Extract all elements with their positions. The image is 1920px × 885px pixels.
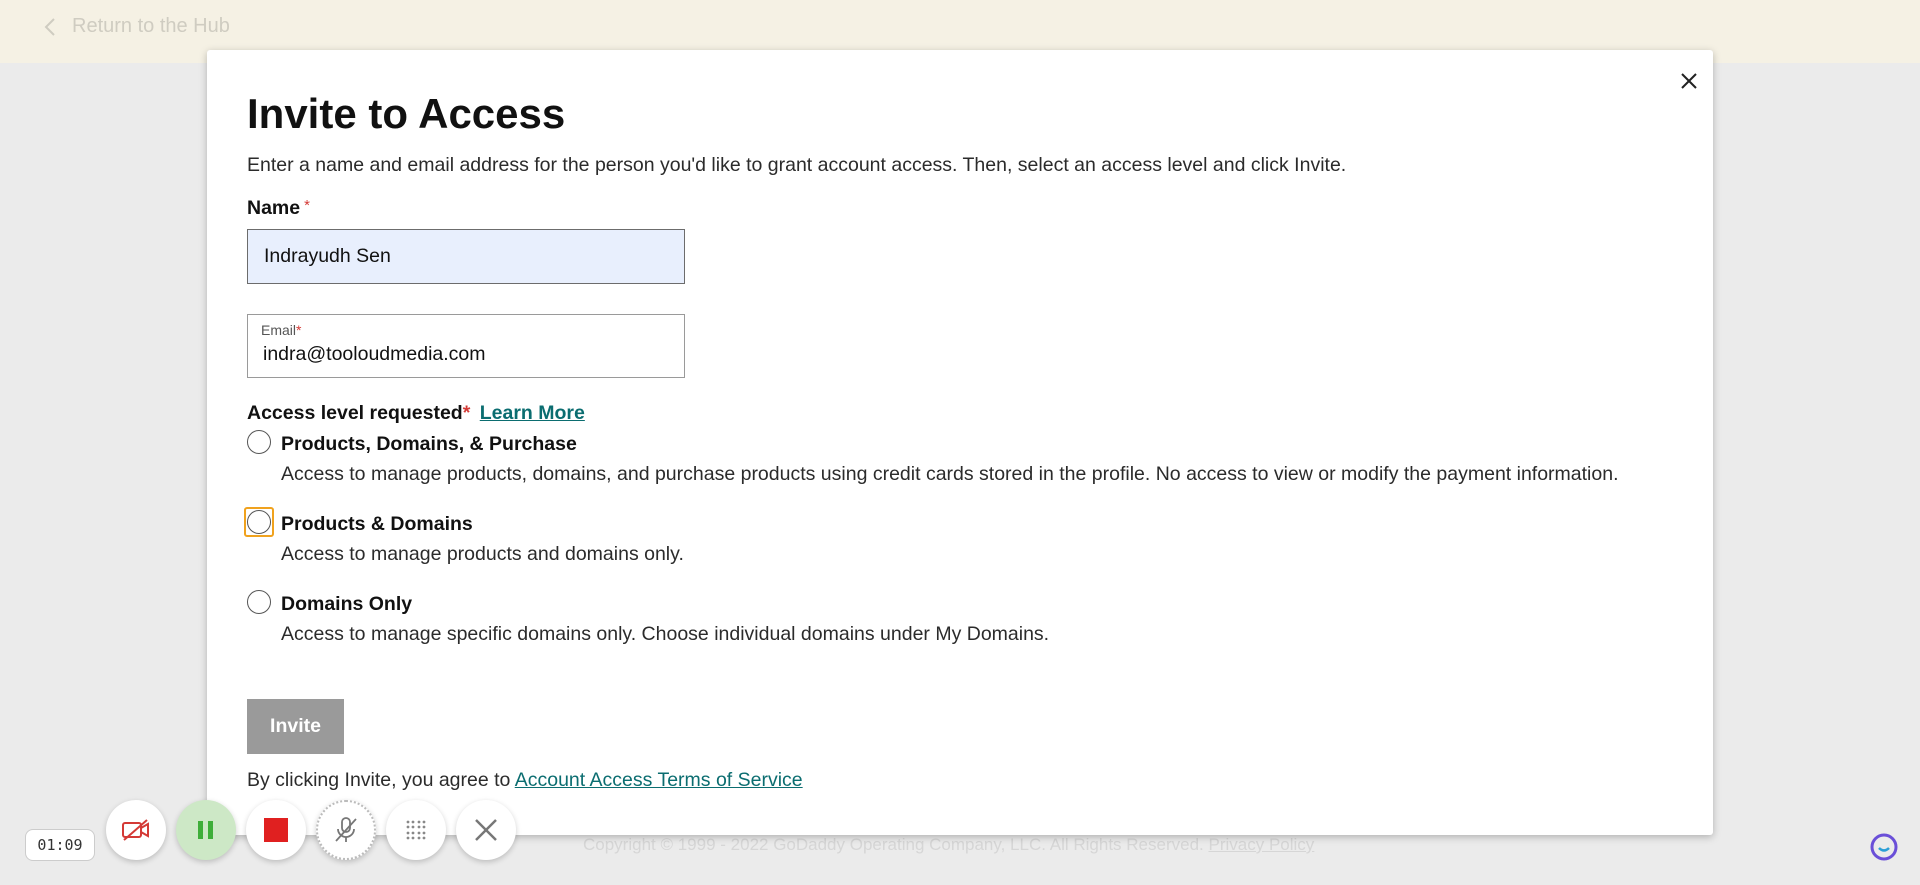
learn-more-link[interactable]: Learn More <box>480 402 585 424</box>
radio-products-domains-purchase[interactable] <box>247 430 271 454</box>
copyright-text: Copyright © 1999 - 2022 GoDaddy Operatin… <box>583 835 1204 854</box>
name-label: Name * <box>247 197 310 220</box>
close-recorder-button[interactable] <box>456 800 516 860</box>
email-input[interactable] <box>263 343 663 366</box>
footer-copyright: Copyright © 1999 - 2022 GoDaddy Operatin… <box>583 835 1314 855</box>
close-button[interactable] <box>1673 65 1705 97</box>
access-level-text: Access level requested <box>247 402 463 424</box>
option-description: Access to manage products, domains, and … <box>281 463 1619 485</box>
access-level-label: Access level requested* Learn More <box>247 402 585 425</box>
close-icon <box>475 819 497 841</box>
option-description: Access to manage specific domains only. … <box>281 623 1050 645</box>
option-title: Domains Only <box>281 593 413 615</box>
stop-button[interactable] <box>246 800 306 860</box>
return-to-hub-label: Return to the Hub <box>72 15 230 37</box>
invite-modal: Invite to Access Enter a name and email … <box>207 50 1713 835</box>
terms-notice: By clicking Invite, you agree to Account… <box>247 769 803 792</box>
required-marker: * <box>304 197 310 214</box>
radio-domains-only[interactable] <box>247 590 271 614</box>
assistant-icon <box>1870 833 1898 861</box>
name-label-text: Name <box>247 197 301 219</box>
chat-assistant-button[interactable] <box>1868 831 1900 863</box>
option-title: Products & Domains <box>281 513 473 535</box>
close-icon <box>1681 73 1697 89</box>
option-description: Access to manage products and domains on… <box>281 543 684 565</box>
modal-intro: Enter a name and email address for the p… <box>247 154 1347 176</box>
return-to-hub-link[interactable]: Return to the Hub <box>44 15 230 38</box>
privacy-policy-link[interactable]: Privacy Policy <box>1209 835 1315 854</box>
microphone-off-icon <box>335 817 357 842</box>
email-label-text: Email <box>261 322 297 338</box>
grid-menu-button[interactable] <box>386 800 446 860</box>
terms-prefix: By clicking Invite, you agree to <box>247 769 511 791</box>
required-marker: * <box>296 322 302 338</box>
recording-timer: 01:09 <box>25 829 95 861</box>
camera-off-button[interactable] <box>106 800 166 860</box>
stop-icon <box>264 818 288 842</box>
invite-button[interactable]: Invite <box>247 699 344 754</box>
option-title: Products, Domains, & Purchase <box>281 433 577 455</box>
mute-microphone-button[interactable] <box>316 800 376 860</box>
camera-off-icon <box>122 819 149 841</box>
required-marker: * <box>462 402 471 424</box>
email-field[interactable]: Email* <box>247 314 685 378</box>
email-label: Email* <box>261 322 301 338</box>
radio-products-domains[interactable] <box>247 510 271 534</box>
terms-of-service-link[interactable]: Account Access Terms of Service <box>515 769 803 791</box>
pause-button[interactable] <box>176 800 236 860</box>
dots-grid-icon <box>406 820 426 840</box>
name-input[interactable] <box>247 229 685 284</box>
modal-title: Invite to Access <box>247 90 566 137</box>
pause-icon <box>198 821 213 839</box>
chevron-left-icon <box>44 17 55 36</box>
